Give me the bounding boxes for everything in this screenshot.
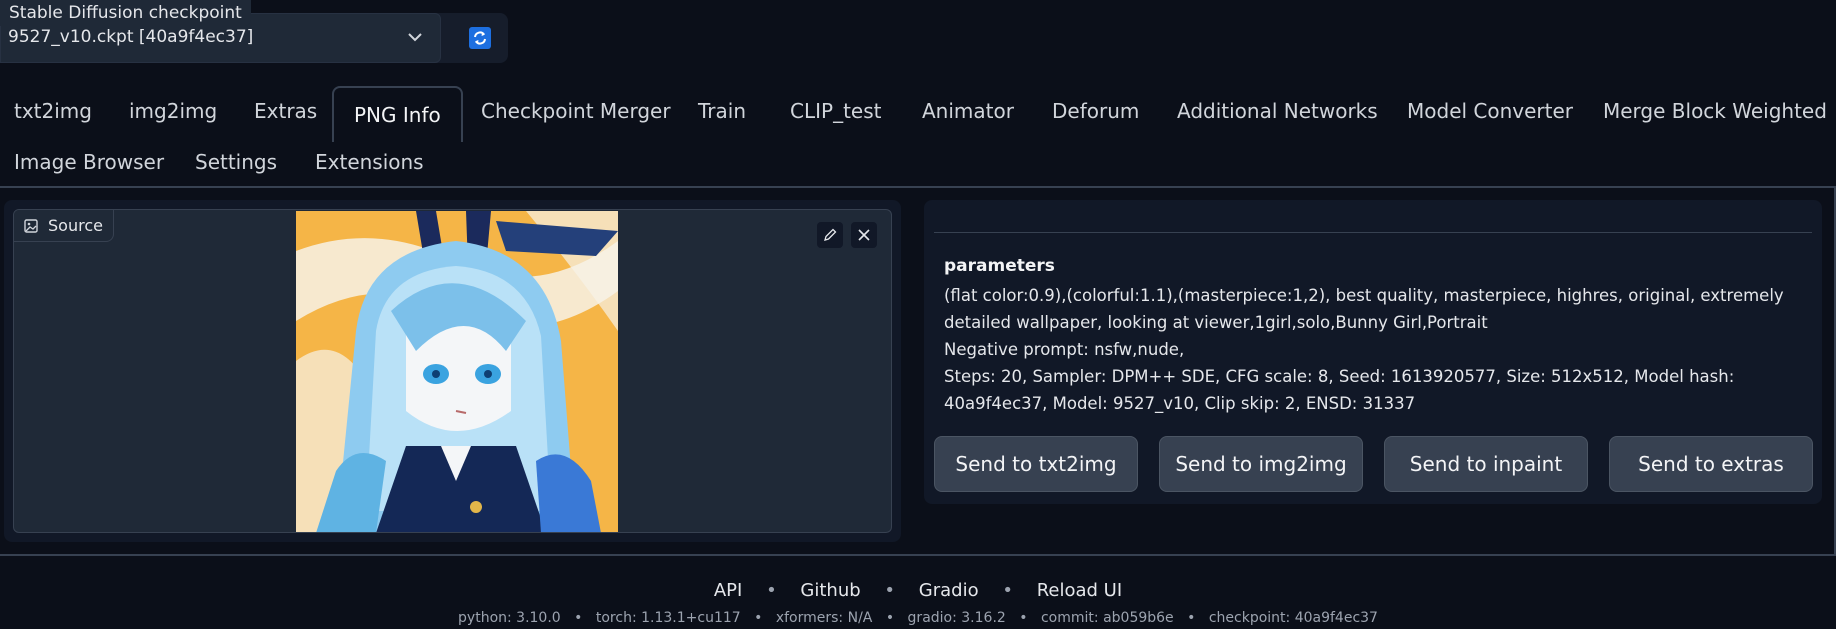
footer-separator: • [1187,610,1196,626]
send-to-txt2img-button[interactable]: Send to txt2img [934,436,1138,492]
parameters-text: (flat color:0.9),(colorful:1.1),(masterp… [944,282,1804,417]
parameters-title: parameters [944,256,1055,276]
png-info-output-panel: parameters (flat color:0.9),(colorful:1.… [924,200,1822,504]
footer-separator: • [885,610,895,626]
footer-separator: • [1002,580,1013,601]
source-panel: Source [4,200,901,542]
send-to-inpaint-button[interactable]: Send to inpaint [1384,436,1588,492]
footer-separator: • [1019,610,1028,626]
footer-links: API • Github • Gradio • Reload UI [0,580,1836,601]
tab-additional-networks[interactable]: Additional Networks [1163,84,1392,138]
source-image [296,211,618,532]
footer-link-api[interactable]: API [714,580,742,601]
footer-link-gradio[interactable]: Gradio [919,580,979,601]
tab-txt2img[interactable]: txt2img [0,84,106,138]
send-to-extras-button[interactable]: Send to extras [1609,436,1813,492]
edit-icon [824,228,837,241]
footer-link-reload-ui[interactable]: Reload UI [1037,580,1122,601]
tab-animator[interactable]: Animator [908,84,1028,138]
footer-link-github[interactable]: Github [800,580,860,601]
refresh-icon [474,31,486,45]
output-divider [934,232,1812,233]
tab-settings[interactable]: Settings [181,135,291,189]
close-icon [858,229,870,241]
clear-image-button[interactable] [851,222,877,248]
generation-settings-text: Steps: 20, Sampler: DPM++ SDE, CFG scale… [944,367,1735,413]
image-icon [24,218,38,233]
gradio-version: gradio: 3.16.2 [907,610,1006,626]
tab-png-info[interactable]: PNG Info [332,86,463,142]
source-label: Source [14,210,114,242]
python-version: python: 3.10.0 [458,610,561,626]
footer-separator: • [766,580,777,601]
checkpoint-value: 9527_v10.ckpt [40a9f4ec37] [8,27,254,47]
send-to-img2img-button[interactable]: Send to img2img [1159,436,1363,492]
tab-merge-block-weighted[interactable]: Merge Block Weighted [1589,84,1836,138]
tab-train[interactable]: Train [684,84,760,138]
checkpoint-label: Stable Diffusion checkpoint [0,0,251,26]
commit-hash: commit: ab059b6e [1040,610,1174,626]
content-border-bottom [0,554,1836,556]
source-image-dropzone[interactable]: Source [13,209,892,533]
tab-extensions[interactable]: Extensions [301,135,438,189]
footer-separator: • [754,610,763,626]
footer-version-info: python: 3.10.0 • torch: 1.13.1+cu117 • x… [0,610,1836,626]
tab-deforum[interactable]: Deforum [1038,84,1153,138]
tab-divider [0,186,1836,188]
tab-clip-test[interactable]: CLIP_test [776,84,895,138]
chevron-down-icon [408,33,422,42]
source-label-text: Source [48,216,103,235]
checkpoint-hash: checkpoint: 40a9f4ec37 [1208,610,1378,626]
footer-separator: • [574,610,583,626]
footer-separator: • [884,580,896,601]
tab-image-browser[interactable]: Image Browser [0,135,178,189]
edit-image-button[interactable] [817,222,843,248]
negative-prompt-text: Negative prompt: nsfw,nude, [944,340,1185,359]
tab-extras[interactable]: Extras [240,84,331,138]
refresh-checkpoints-button[interactable] [454,24,506,52]
tab-img2img[interactable]: img2img [115,84,231,138]
xformers-version: xformers: N/A [775,610,873,626]
torch-version: torch: 1.13.1+cu117 [595,610,741,626]
tab-model-converter[interactable]: Model Converter [1393,84,1587,138]
prompt-text: (flat color:0.9),(colorful:1.1),(masterp… [944,286,1784,332]
tab-bar: txt2img img2img Extras PNG Info Checkpoi… [0,84,1836,188]
tab-checkpoint-merger[interactable]: Checkpoint Merger [467,84,685,138]
image-tools [817,222,877,248]
